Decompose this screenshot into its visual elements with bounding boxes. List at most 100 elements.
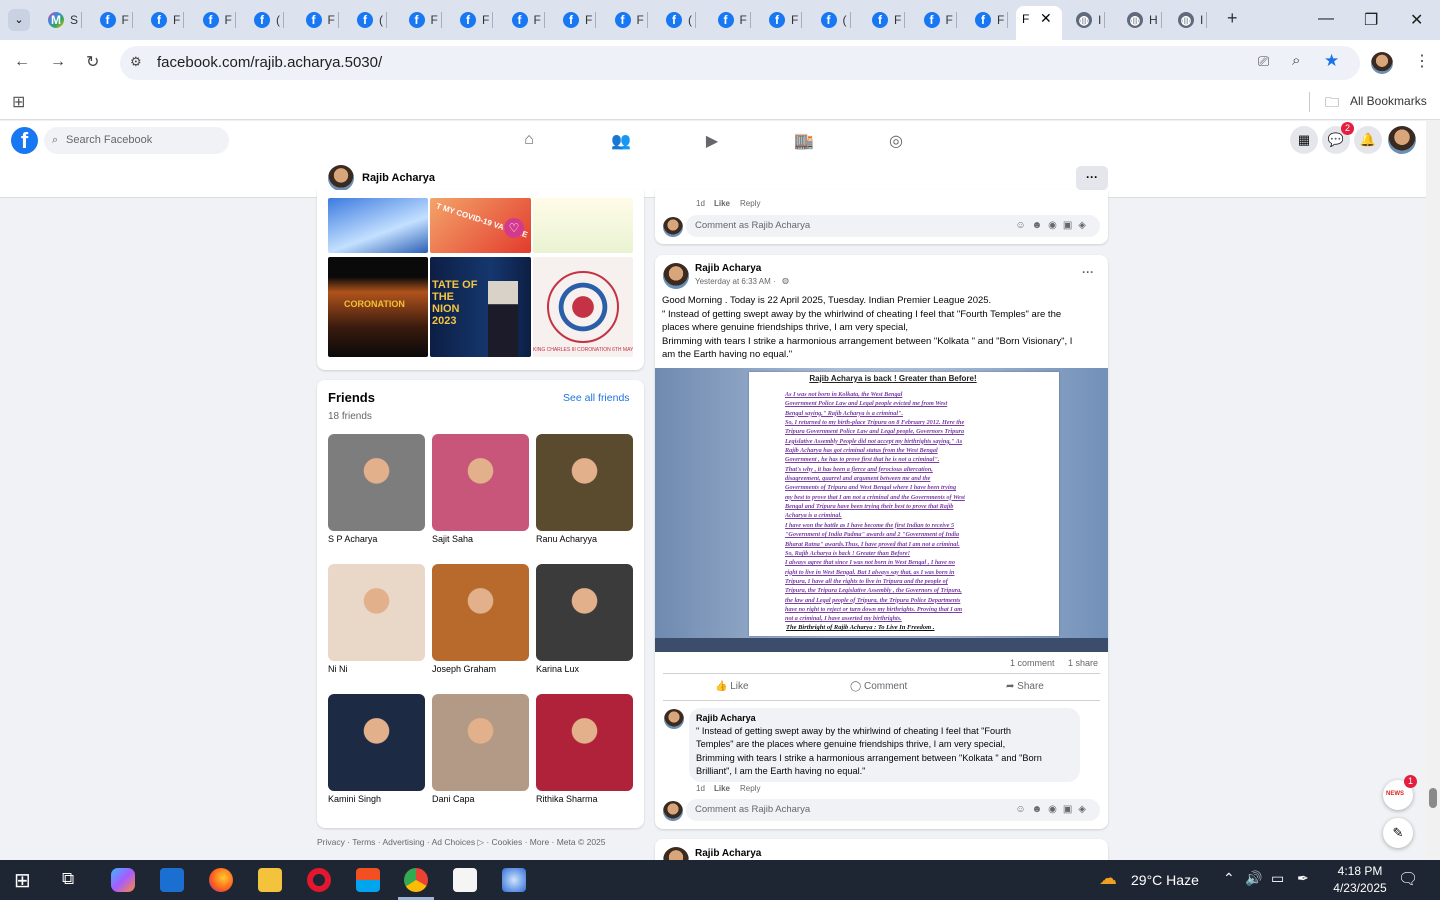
photo-tile[interactable]: CORONATION — [328, 257, 428, 357]
store-icon[interactable] — [356, 868, 380, 892]
comment-input[interactable]: Comment as Rajib Acharya ☺☻◉▣◈ — [686, 799, 1100, 821]
copilot-icon[interactable] — [111, 868, 135, 892]
app-icon[interactable] — [160, 868, 184, 892]
groups-icon[interactable]: ◎ — [886, 131, 906, 151]
network-icon[interactable]: ▭ — [1271, 870, 1284, 887]
browser-tab[interactable]: fF — [614, 8, 648, 32]
comment-button[interactable]: ◯ Comment — [850, 681, 907, 692]
friend-photo[interactable] — [432, 434, 529, 531]
back-icon[interactable]: ← — [14, 53, 30, 71]
browser-tab[interactable]: fF — [769, 8, 803, 32]
omnibox[interactable]: ⚙ facebook.com/rajib.acharya.5030/ ⎚ ⌕ ★ — [120, 46, 1360, 80]
weather-text[interactable]: 29°C Haze — [1131, 872, 1199, 888]
friend-photo[interactable] — [536, 694, 633, 791]
browser-tab[interactable]: fF — [408, 8, 442, 32]
new-message-button[interactable]: ✎ — [1383, 818, 1413, 848]
comment-author-avatar[interactable] — [664, 709, 684, 729]
pen-icon[interactable]: ✒ — [1297, 870, 1309, 887]
clock-time[interactable]: 4:18 PM — [1332, 864, 1388, 878]
post-options-icon[interactable]: ··· — [1082, 265, 1094, 279]
maximize-button[interactable]: ❐ — [1364, 10, 1378, 30]
comment-tools-icons[interactable]: ☺☻◉▣◈ — [1015, 215, 1092, 237]
friend-photo[interactable] — [432, 564, 529, 661]
file-explorer-icon[interactable] — [258, 868, 282, 892]
chrome-icon[interactable] — [404, 868, 428, 892]
home-icon[interactable]: ⌂ — [519, 131, 539, 151]
browser-tab[interactable]: fF — [460, 8, 494, 32]
tray-chevron-icon[interactable]: ⌃ — [1223, 870, 1235, 887]
browser-tab[interactable]: f( — [357, 8, 387, 32]
friend-name[interactable]: S P Acharya — [328, 534, 428, 544]
comment-reply-link[interactable]: Reply — [740, 784, 760, 793]
zoom-icon[interactable]: ⌕ — [1292, 52, 1300, 69]
friend-name[interactable]: Dani Capa — [432, 794, 532, 804]
comment-count[interactable]: 1 comment — [1010, 658, 1055, 668]
see-all-friends-link[interactable]: See all friends — [563, 392, 630, 404]
page-scrollbar[interactable] — [1426, 121, 1440, 860]
friend-photo[interactable] — [328, 564, 425, 661]
all-bookmarks-link[interactable]: All Bookmarks — [1350, 94, 1427, 108]
post-timestamp[interactable]: Yesterday at 6:33 AM · — [695, 277, 776, 286]
app-icon[interactable] — [502, 868, 526, 892]
friend-name[interactable]: Joseph Graham — [432, 664, 532, 674]
browser-tab[interactable]: fF — [511, 8, 545, 32]
browser-tab[interactable]: fF — [872, 8, 906, 32]
browser-profile-avatar[interactable] — [1371, 52, 1393, 74]
url-text[interactable]: facebook.com/rajib.acharya.5030/ — [157, 54, 382, 71]
forward-icon[interactable]: → — [50, 53, 66, 71]
profile-more-button[interactable]: ··· — [1076, 166, 1108, 190]
photo-tile[interactable]: TATE OF THE NION 2023 — [430, 257, 531, 357]
footer-links[interactable]: Privacy · Terms · Advertising · Ad Choic… — [317, 837, 644, 848]
marketplace-icon[interactable]: 🏬 — [794, 131, 814, 151]
install-app-icon[interactable]: ⎚ — [1258, 53, 1269, 70]
friend-photo[interactable] — [328, 434, 425, 531]
photo-tile[interactable]: T MY COVID-19 VACCINE ♡ — [430, 198, 531, 253]
scrollbar-thumb[interactable] — [1429, 788, 1437, 808]
task-view-icon[interactable]: ⧉ — [62, 869, 74, 889]
browser-tab[interactable]: fF — [923, 8, 957, 32]
clock-date[interactable]: 4/23/2025 — [1328, 881, 1392, 895]
close-tab-icon[interactable]: ✕ — [1040, 10, 1052, 27]
site-info-icon[interactable]: ⚙ — [130, 54, 142, 70]
browser-tab[interactable]: f( — [666, 8, 696, 32]
friend-name[interactable]: Ni Ni — [328, 664, 428, 674]
notification-center-icon[interactable]: 🗨 — [1398, 869, 1418, 889]
tab-search-button[interactable]: ⌄ — [8, 9, 30, 31]
close-window-button[interactable]: ✕ — [1410, 10, 1423, 30]
post-image[interactable]: Rajib Acharya is back ! Greater than Bef… — [655, 368, 1108, 652]
windows-start-icon[interactable]: ⊞ — [14, 868, 31, 893]
firefox-icon[interactable] — [209, 868, 233, 892]
browser-menu-icon[interactable]: ⋮ — [1414, 51, 1430, 71]
browser-tab[interactable]: fF — [305, 8, 339, 32]
account-avatar[interactable] — [1388, 126, 1416, 154]
post-author-name[interactable]: Rajib Acharya — [695, 263, 761, 274]
browser-tab[interactable]: ◍ I — [1178, 8, 1208, 32]
new-tab-button[interactable]: + — [1227, 8, 1238, 29]
photo-tile[interactable] — [328, 198, 428, 253]
browser-tab[interactable]: fF — [99, 8, 133, 32]
photo-tile[interactable]: KING CHARLES III CORONATION 6TH MAY 2023 — [533, 257, 633, 357]
menu-grid-button[interactable]: ▦ — [1290, 126, 1318, 154]
facebook-logo-icon[interactable]: f — [11, 127, 38, 154]
bookmark-star-icon[interactable]: ★ — [1324, 51, 1339, 71]
notepad-icon[interactable] — [453, 868, 477, 892]
apps-grid-icon[interactable]: ⊞ — [12, 92, 25, 112]
browser-tab[interactable]: ◍ H — [1127, 8, 1162, 32]
friend-photo[interactable] — [536, 434, 633, 531]
like-button[interactable]: 👍 Like — [715, 681, 749, 692]
profile-avatar[interactable] — [328, 165, 354, 191]
friend-name[interactable]: Sajit Saha — [432, 534, 532, 544]
browser-tab[interactable]: MS — [48, 8, 83, 32]
friend-photo[interactable] — [432, 694, 529, 791]
notifications-button[interactable]: 🔔 — [1354, 126, 1382, 154]
browser-tab[interactable]: f( — [820, 8, 851, 32]
friend-name[interactable]: Kamini Singh — [328, 794, 428, 804]
video-icon[interactable]: ▶ — [702, 131, 722, 151]
share-count[interactable]: 1 share — [1068, 658, 1098, 668]
browser-tab[interactable]: ◍ I — [1076, 8, 1106, 32]
active-tab[interactable]: F ✕ — [1016, 6, 1062, 40]
browser-tab[interactable]: fF — [717, 8, 751, 32]
browser-tab[interactable]: fF — [563, 8, 597, 32]
browser-tab[interactable]: fF — [202, 8, 236, 32]
post-author-avatar[interactable] — [663, 263, 689, 289]
